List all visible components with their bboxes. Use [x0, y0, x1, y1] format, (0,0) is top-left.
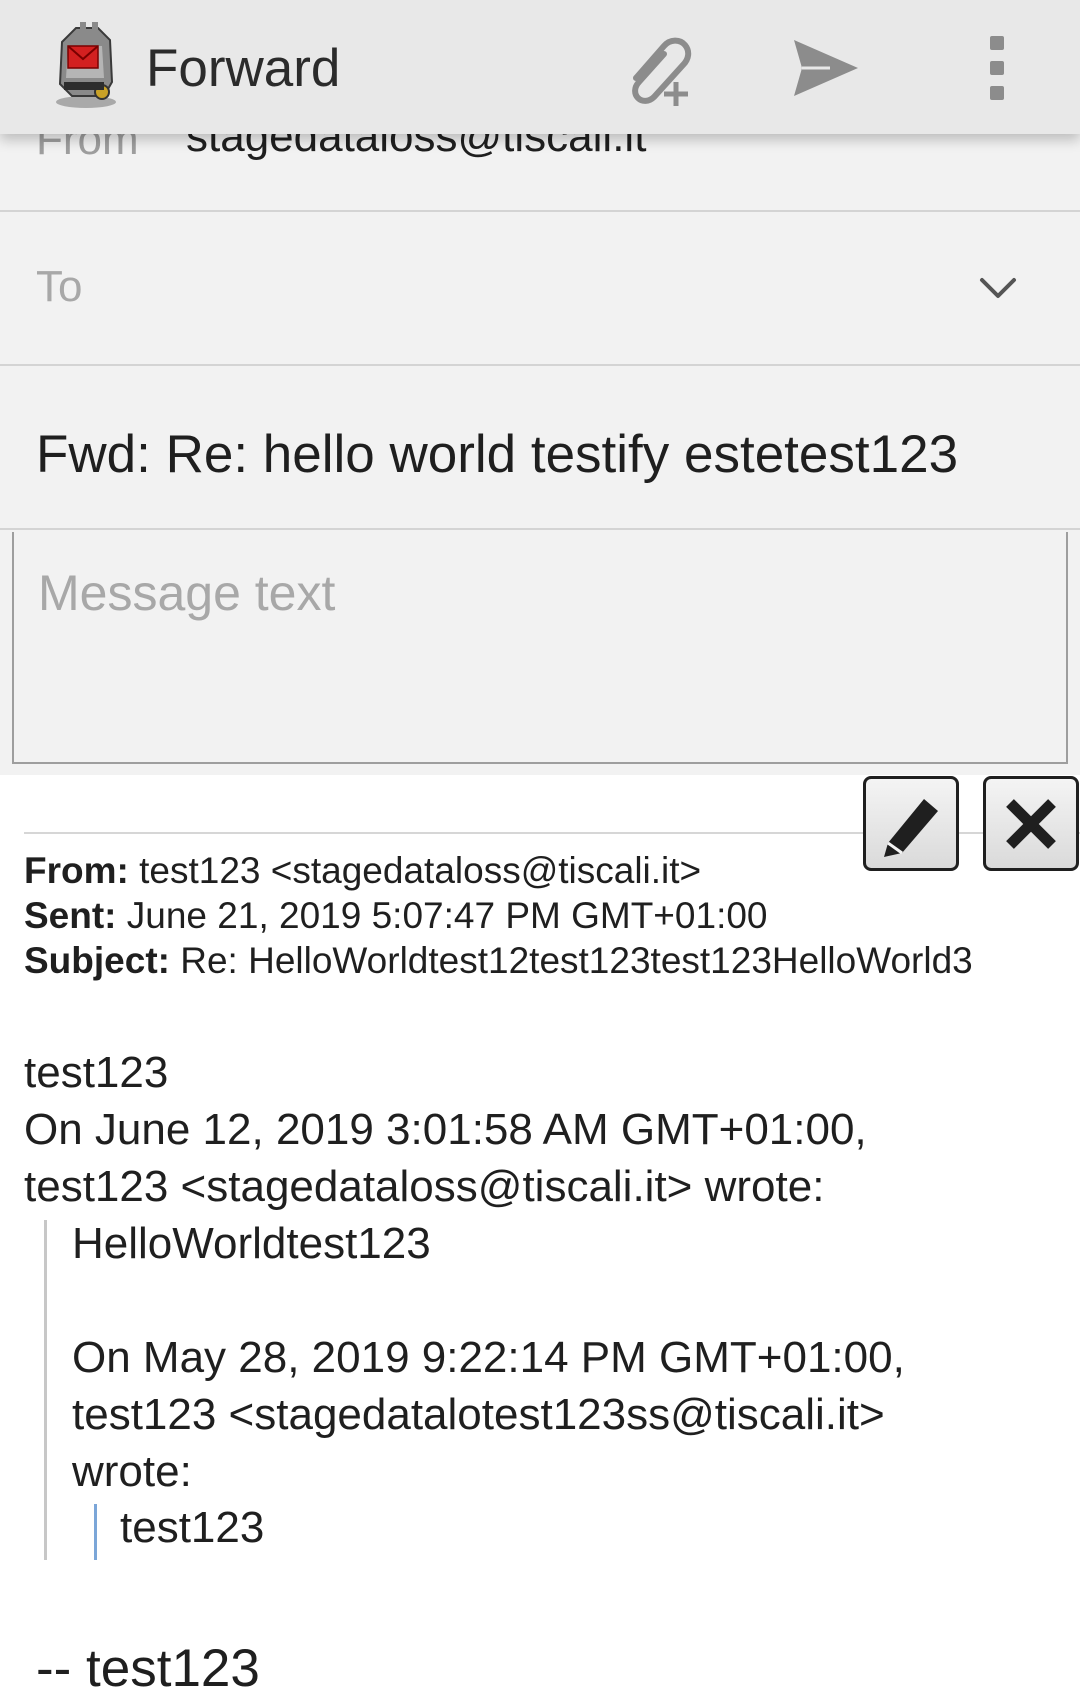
subject-row[interactable]: Fwd: Re: hello world testify estetest123 — [0, 368, 1080, 530]
nested-quote-bar — [94, 1504, 97, 1560]
quoted-body-line: test123 — [24, 1048, 169, 1097]
nested-quote-line: test123 — [120, 1503, 265, 1552]
quote-line: On May 28, 2019 9:22:14 PM GMT+01:00, — [72, 1333, 905, 1382]
attach-plus-icon[interactable] — [618, 26, 702, 110]
quoted-subject-label: Subject: — [24, 940, 170, 981]
quoted-body-line: On June 12, 2019 3:01:58 AM GMT+01:00, — [24, 1105, 867, 1154]
quoted-subject-line: Subject: Re: HelloWorldtest12test123test… — [24, 940, 973, 982]
close-icon — [1006, 799, 1056, 849]
subject-field[interactable]: Fwd: Re: hello world testify estetest123 — [36, 424, 958, 485]
send-icon[interactable] — [790, 32, 862, 104]
pencil-icon — [884, 799, 938, 857]
quote-line: test123 <stagedatalotest123ss@tiscali.it… — [72, 1390, 885, 1439]
quoted-body-line: test123 <stagedataloss@tiscali.it> wrote… — [24, 1162, 825, 1211]
quote-line: HelloWorldtest123 — [72, 1219, 431, 1268]
more-vert-icon[interactable] — [970, 32, 1024, 104]
quoted-from-label: From: — [24, 850, 129, 891]
quoted-subject-value: Re: HelloWorldtest12test123test123HelloW… — [180, 940, 973, 981]
quoted-sent-value: June 21, 2019 5:07:47 PM GMT+01:00 — [126, 895, 768, 936]
message-text-field[interactable]: Message text — [12, 532, 1068, 764]
quoted-sent-line: Sent: June 21, 2019 5:07:47 PM GMT+01:00 — [24, 895, 768, 937]
app-title: Forward — [146, 39, 341, 98]
quoted-sent-label: Sent: — [24, 895, 117, 936]
remove-quote-button[interactable] — [983, 776, 1079, 871]
quoted-message: From: test123 <stagedataloss@tiscali.it>… — [0, 776, 1080, 1699]
quote-line: wrote: — [72, 1447, 192, 1496]
quote-bar — [44, 1220, 47, 1560]
k9-mail-logo-icon[interactable] — [46, 22, 126, 112]
to-row: To — [0, 214, 1080, 366]
chevron-down-icon[interactable] — [976, 266, 1020, 310]
quoted-from-value: test123 <stagedataloss@tiscali.it> — [139, 850, 702, 891]
action-bar: Forward — [0, 0, 1080, 134]
edit-quote-button[interactable] — [863, 776, 959, 871]
quoted-from-line: From: test123 <stagedataloss@tiscali.it> — [24, 850, 701, 892]
signature: -- test123 — [36, 1639, 260, 1698]
to-field[interactable]: To — [36, 262, 82, 312]
message-placeholder: Message text — [38, 565, 336, 621]
